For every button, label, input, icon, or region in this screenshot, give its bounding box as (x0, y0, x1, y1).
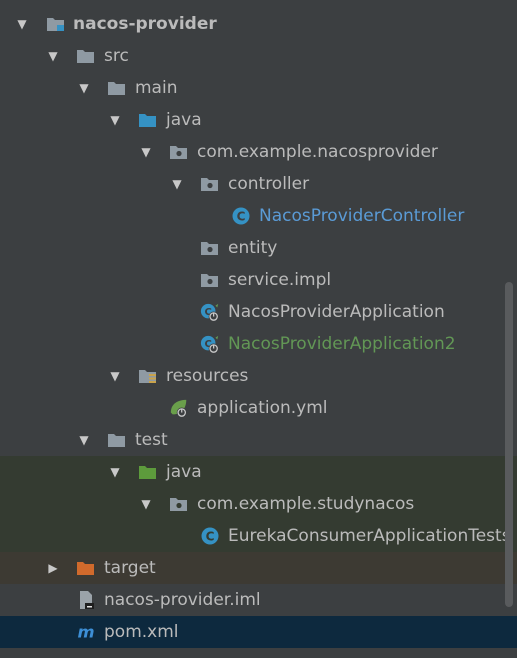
tree-label: nacos-provider (73, 14, 217, 34)
iml-file-icon (76, 591, 96, 609)
tree-label: NacosProviderApplication2 (228, 334, 456, 354)
tree-label: com.example.studynacos (197, 494, 415, 514)
excluded-folder-icon (76, 559, 96, 577)
expand-arrow-icon[interactable]: ▼ (46, 49, 60, 63)
maven-icon: m (76, 623, 96, 641)
tree-label: application.yml (197, 398, 328, 418)
tree-row-file[interactable]: nacos-provider.iml (0, 584, 517, 616)
folder-icon (76, 47, 96, 65)
tree-row-test[interactable]: ▼ test (0, 424, 517, 456)
package-icon (200, 175, 220, 193)
tree-row-class[interactable]: C NacosProviderApplication2 (0, 328, 517, 360)
collapse-arrow-icon[interactable]: ▶ (46, 561, 60, 575)
expand-arrow-icon[interactable]: ▼ (77, 81, 91, 95)
tree-label: EurekaConsumerApplicationTests (228, 526, 511, 546)
tree-row-package[interactable]: service.impl (0, 264, 517, 296)
expand-arrow-icon[interactable]: ▼ (108, 465, 122, 479)
tree-label: main (135, 78, 178, 98)
expand-arrow-icon[interactable]: ▼ (170, 177, 184, 191)
tree-label: nacos-provider.iml (104, 590, 261, 610)
tree-label: com.example.nacosprovider (197, 142, 438, 162)
expand-arrow-icon[interactable]: ▼ (77, 433, 91, 447)
vertical-scrollbar[interactable] (505, 282, 513, 607)
java-class-icon: C (231, 207, 251, 225)
spring-boot-class-icon: C (200, 303, 220, 322)
source-root-folder-icon (138, 111, 158, 129)
resources-folder-icon (138, 367, 158, 385)
package-icon (169, 143, 189, 161)
tree-row-file[interactable]: application.yml (0, 392, 517, 424)
tree-row-package[interactable]: entity (0, 232, 517, 264)
project-tree: ▼ nacos-provider ▼ src ▼ main ▼ java ▼ c… (0, 0, 517, 658)
tree-label: NacosProviderController (259, 206, 465, 226)
expand-arrow-icon[interactable]: ▼ (108, 369, 122, 383)
tree-label: service.impl (228, 270, 332, 290)
tree-row-target[interactable]: ▶ target (0, 552, 517, 584)
tree-bottom-edge (0, 648, 517, 658)
package-icon (200, 239, 220, 257)
tree-row-package[interactable]: ▼ com.example.nacosprovider (0, 136, 517, 168)
tree-label: test (135, 430, 168, 450)
tree-row-src[interactable]: ▼ src (0, 40, 517, 72)
svg-text:C: C (206, 530, 215, 544)
package-icon (200, 271, 220, 289)
expand-arrow-icon[interactable]: ▼ (139, 497, 153, 511)
test-root-folder-icon (138, 463, 158, 481)
tree-label: java (166, 110, 202, 130)
tree-label: target (104, 558, 156, 578)
tree-label: NacosProviderApplication (228, 302, 445, 322)
tree-label: resources (166, 366, 249, 386)
svg-text:m: m (77, 623, 94, 641)
expand-arrow-icon[interactable]: ▼ (139, 145, 153, 159)
expand-arrow-icon[interactable]: ▼ (15, 17, 29, 31)
tree-label: src (104, 46, 129, 66)
package-icon (169, 495, 189, 513)
tree-row-nacos-provider[interactable]: ▼ nacos-provider (0, 8, 517, 40)
folder-icon (107, 431, 127, 449)
tree-label: pom.xml (104, 622, 179, 642)
tree-row-class[interactable]: C NacosProviderController (0, 200, 517, 232)
expand-arrow-icon[interactable]: ▼ (108, 113, 122, 127)
tree-row-class[interactable]: C NacosProviderApplication (0, 296, 517, 328)
tree-row-resources[interactable]: ▼ resources (0, 360, 517, 392)
tree-row-class[interactable]: C EurekaConsumerApplicationTests (0, 520, 517, 552)
tree-row-java[interactable]: ▼ java (0, 104, 517, 136)
tree-label: java (166, 462, 202, 482)
spring-yml-icon (169, 399, 189, 418)
tree-label: controller (228, 174, 310, 194)
folder-icon (107, 79, 127, 97)
svg-text:C: C (237, 210, 246, 224)
tree-label: entity (228, 238, 278, 258)
spring-boot-class-icon: C (200, 335, 220, 354)
tree-row-file-selected[interactable]: m pom.xml (0, 616, 517, 648)
tree-row-java-test[interactable]: ▼ java (0, 456, 517, 488)
tree-row-main[interactable]: ▼ main (0, 72, 517, 104)
module-folder-icon (46, 15, 66, 33)
tree-row-package[interactable]: ▼ com.example.studynacos (0, 488, 517, 520)
java-class-icon: C (200, 527, 220, 545)
tree-row-package[interactable]: ▼ controller (0, 168, 517, 200)
